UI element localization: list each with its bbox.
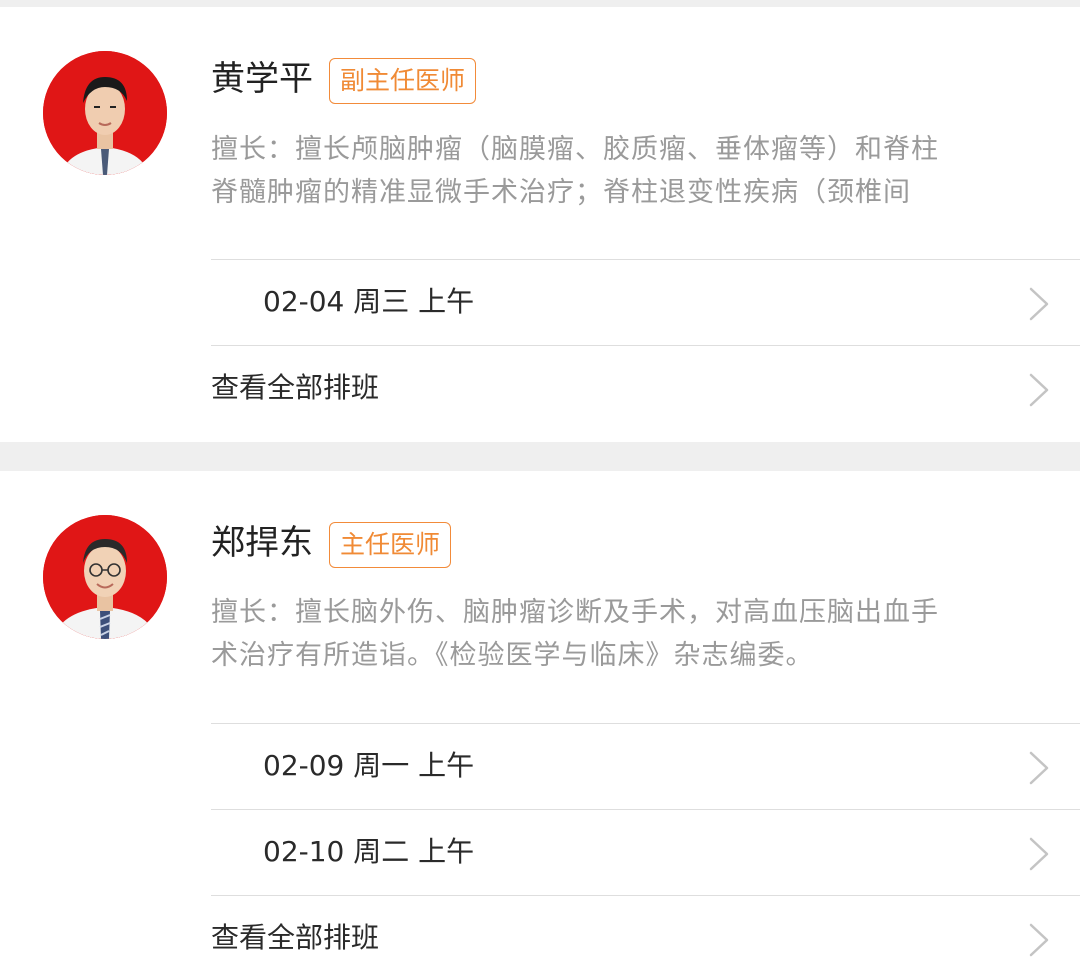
specialty-text: 擅长颅脑肿瘤（脑膜瘤、胶质瘤、垂体瘤等）和脊柱 — [295, 134, 939, 165]
view-all-schedule-row[interactable]: 查看全部排班 — [211, 345, 1080, 431]
specialty-line-2: 术治疗有所造诣。《检验医学与临床》杂志编委。 — [211, 640, 814, 671]
chevron-right-icon — [1029, 751, 1049, 785]
view-all-schedule-label: 查看全部排班 — [211, 371, 380, 404]
specialty-prefix: 擅长： — [211, 134, 295, 165]
schedule-slot-label: 02-10 周二 上午 — [263, 835, 475, 868]
top-separator — [0, 0, 1080, 7]
schedule-slot-row[interactable]: 02-10 周二 上午 — [211, 809, 1080, 895]
chevron-right-icon — [1029, 373, 1049, 407]
doctor-card[interactable]: 郑捍东 主任医师 擅长：擅长脑外伤、脑肿瘤诊断及手术，对高血压脑出血手 术治疗有… — [0, 471, 1080, 978]
doctor-specialty: 擅长：擅长脑外伤、脑肿瘤诊断及手术，对高血压脑出血手 术治疗有所造诣。《检验医学… — [211, 591, 1046, 677]
view-all-schedule-row[interactable]: 查看全部排班 — [211, 895, 1080, 978]
view-all-schedule-label: 查看全部排班 — [211, 921, 380, 954]
doctor-card[interactable]: 黄学平 副主任医师 擅长：擅长颅脑肿瘤（脑膜瘤、胶质瘤、垂体瘤等）和脊柱 脊髓肿… — [0, 7, 1080, 442]
specialty-line-1: 擅长：擅长脑外伤、脑肿瘤诊断及手术，对高血压脑出血手 — [211, 591, 1046, 634]
schedule-slot-label: 02-04 周三 上午 — [263, 285, 475, 318]
doctor-title-badge: 主任医师 — [329, 522, 452, 568]
doctor-avatar[interactable] — [43, 51, 167, 175]
specialty-line-1: 擅长：擅长颅脑肿瘤（脑膜瘤、胶质瘤、垂体瘤等）和脊柱 — [211, 128, 1046, 171]
specialty-prefix: 擅长： — [211, 597, 295, 628]
schedule-slot-row[interactable]: 02-04 周三 上午 — [211, 259, 1080, 345]
doctor-specialty: 擅长：擅长颅脑肿瘤（脑膜瘤、胶质瘤、垂体瘤等）和脊柱 脊髓肿瘤的精准显微手术治疗… — [211, 128, 1046, 214]
chevron-right-icon — [1029, 923, 1049, 957]
card-separator — [0, 442, 1080, 471]
chevron-right-icon — [1029, 287, 1049, 321]
specialty-text: 擅长脑外伤、脑肿瘤诊断及手术，对高血压脑出血手 — [295, 597, 939, 628]
specialty-line-2: 脊髓肿瘤的精准显微手术治疗；脊柱退变性疾病（颈椎间 — [211, 177, 911, 208]
doctor-avatar[interactable] — [43, 515, 167, 639]
schedule-slot-label: 02-09 周一 上午 — [263, 749, 475, 782]
schedule-slot-row[interactable]: 02-09 周一 上午 — [211, 723, 1080, 809]
doctor-name: 黄学平 — [211, 59, 313, 99]
doctor-title-badge: 副主任医师 — [329, 58, 477, 104]
chevron-right-icon — [1029, 837, 1049, 871]
doctor-name: 郑捍东 — [211, 523, 313, 563]
